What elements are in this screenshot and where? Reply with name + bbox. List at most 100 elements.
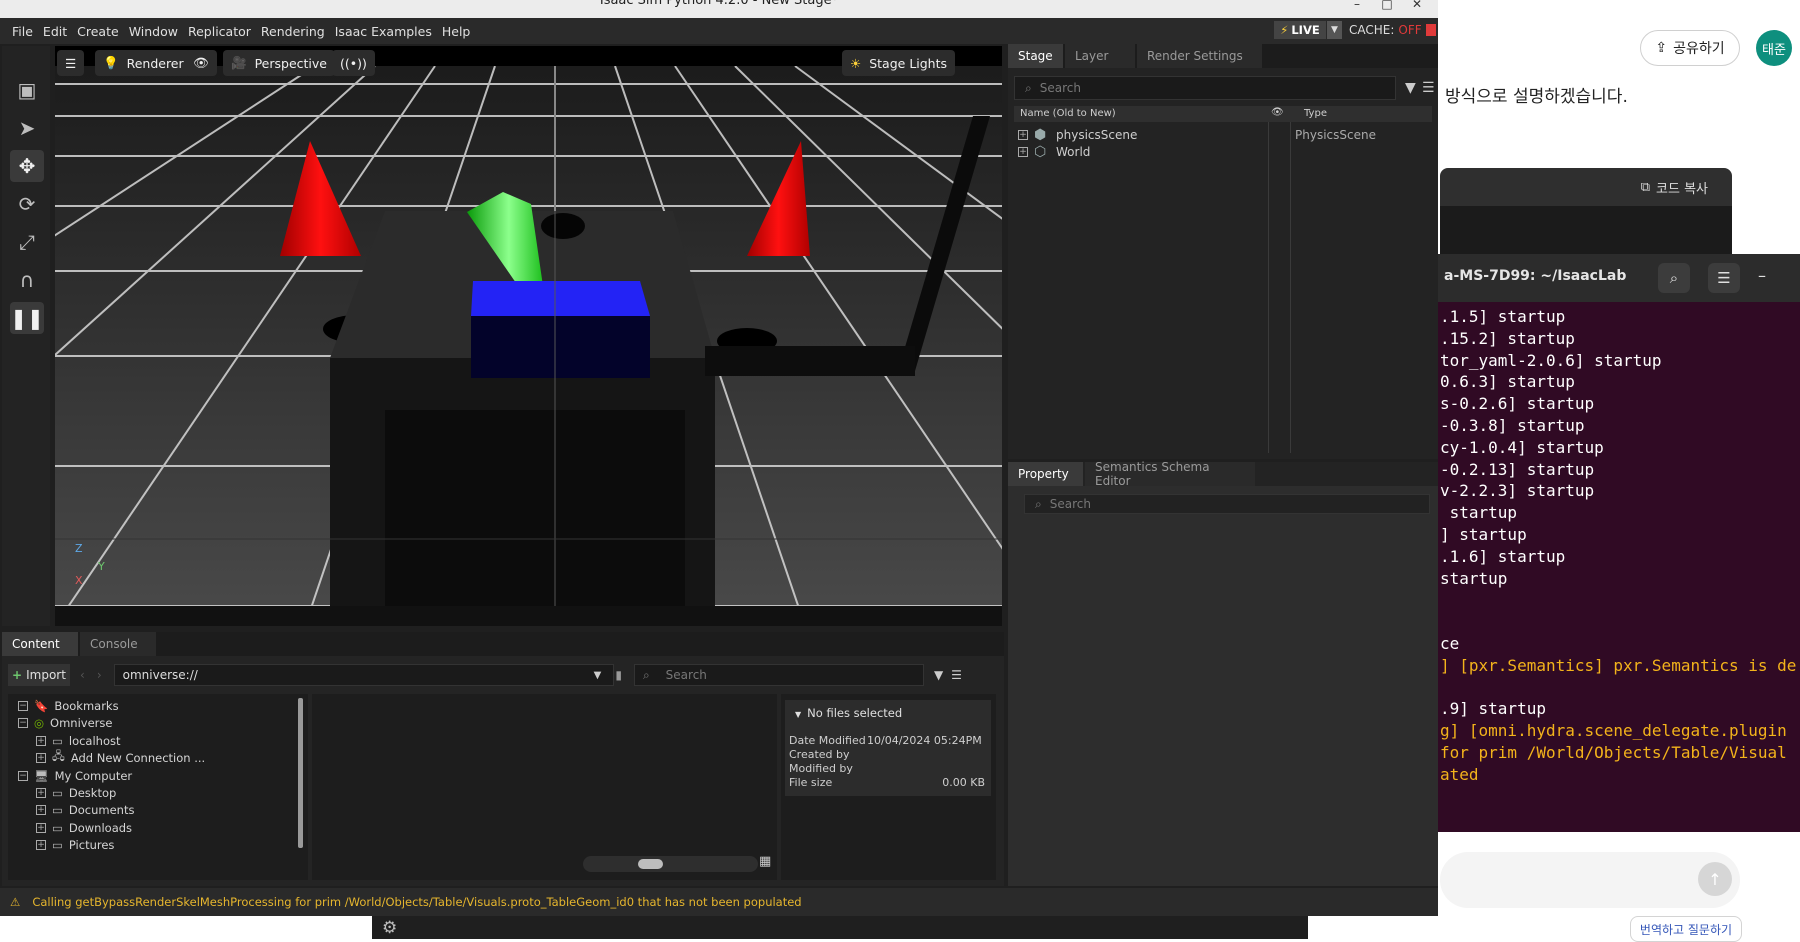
expand-icon[interactable]: + [1018,130,1028,140]
tree-scrollbar[interactable] [298,698,303,848]
snap-icon[interactable]: ∩ [10,264,44,296]
pause-icon[interactable]: ❚❚ [10,302,44,334]
send-button[interactable]: ↑ [1698,862,1732,896]
collapse-icon[interactable]: − [18,718,28,729]
terminal-line: s-0.2.6] startup [1440,394,1595,414]
filter-icon[interactable]: ▼ [1405,80,1416,96]
tree-item-label: Add New Connection ... [70,751,206,766]
terminal-line: .15.2] startup [1440,328,1575,348]
terminal-line: g] [omni.hydra.scene_delegate.plugin [1440,721,1787,741]
filter-icon[interactable]: ▼ [934,668,943,682]
grid-view-icon[interactable]: ▦ [759,854,771,869]
menu-item-edit[interactable]: Edit [43,24,67,39]
axis-y-label: Y [98,560,105,573]
path-dropdown-icon[interactable]: ▼ [594,670,602,681]
expand-icon[interactable]: + [1018,147,1028,157]
tab-content[interactable]: Content [2,632,78,656]
terminal-title: a-MS-7D99: ~/IsaacLab [1444,268,1627,284]
share-button[interactable]: ⇪ 공유하기 [1640,30,1740,66]
camera-button[interactable]: 🎥 Perspective [223,50,335,76]
bookmark-icon[interactable]: ▮ [615,668,622,682]
live-dropdown[interactable]: ▼ [1327,21,1342,39]
tree-item-label: Omniverse [50,716,113,731]
stage-row-world[interactable]: + ⬡ World [1014,142,1432,162]
stage-search-input[interactable]: ⌕ Search [1014,76,1396,100]
property-search-input[interactable]: ⌕ Search [1024,494,1430,514]
tab-property[interactable]: Property [1008,462,1083,486]
menu-icon[interactable]: ☰ [951,668,962,682]
path-field[interactable]: omniverse:// [113,664,614,686]
menu-icon[interactable]: ☰ [1708,263,1740,293]
zoom-slider[interactable] [583,856,758,872]
terminal-line: .9] startup [1440,699,1546,719]
expand-icon[interactable]: + [36,788,46,798]
col-name-header[interactable]: Name (Old to New) [1020,108,1116,119]
copy-code-button[interactable]: 코드 복사 [1656,178,1708,197]
cache-label: CACHE: [1349,23,1395,37]
bottom-dock [372,916,1308,939]
live-button[interactable]: ⚡ LIVE [1274,21,1326,39]
collapse-icon[interactable]: − [18,701,28,711]
expand-icon[interactable]: + [36,735,46,746]
visibility-button[interactable]: 👁 [185,50,217,76]
copy-icon: ⧉ [1640,179,1651,195]
menu-item-replicator[interactable]: Replicator [188,24,251,39]
tab-stage[interactable]: Stage [1008,44,1063,68]
path-value: omniverse:// [122,668,198,682]
tab-console[interactable]: Console [80,632,156,656]
viewport[interactable]: ☰ 💡 Renderer 👁 🎥 Perspective ((•)) ☀ Sta… [55,46,1002,626]
rotate-icon[interactable]: ⟳ [10,188,44,220]
gear-icon[interactable]: ⚙ [382,918,397,938]
back-icon[interactable]: ‹ [80,668,85,682]
stage-tabs: Stage Layer Render Settings [1008,44,1438,68]
broadcast-button[interactable]: ((•)) [332,50,375,76]
pointer-icon[interactable]: ➤ [10,112,44,144]
tab-layer[interactable]: Layer [1065,44,1135,68]
content-search-input[interactable]: ⌕ Search [633,664,924,686]
axis-x-label: X [75,574,83,587]
stage-lights-button[interactable]: ☀ Stage Lights [842,50,956,76]
expand-icon[interactable]: + [36,805,46,816]
menubar: File Edit Create Window Replicator Rendering I… [0,18,1438,44]
expand-icon[interactable]: + [36,753,46,764]
viewport-settings-button[interactable]: ☰ [57,50,85,76]
translate-button[interactable]: 번역하고 질문하기 [1630,916,1742,942]
menu-item-create[interactable]: Create [77,24,119,39]
menu-item-isaac-examples[interactable]: Isaac Examples [335,24,432,39]
files-pane[interactable]: ▦ [312,694,777,880]
renderer-button[interactable]: 💡 Renderer [95,50,192,76]
no-files-label: No files selected [807,706,903,720]
message-input[interactable] [1440,852,1740,908]
file-info-header[interactable]: ▼ No files selected [795,706,902,720]
content-tree: − 🔖 Bookmarks − ◎ Omniverse + ▭ localhost + 🖧 Add N… [8,694,308,880]
menu-item-window[interactable]: Window [129,24,178,39]
select-mode-icon[interactable]: ▣ [10,74,44,106]
terminal-line: ce [1440,633,1460,653]
tree-item-label: Documents [68,803,135,818]
zoom-slider-handle[interactable] [638,859,663,869]
tab-render-settings[interactable]: Render Settings [1137,44,1262,68]
import-button[interactable]: + Import [8,664,70,686]
menu-item-rendering[interactable]: Rendering [261,24,325,39]
expand-icon[interactable]: + [36,822,46,833]
expand-icon[interactable]: + [36,840,46,851]
tree-item[interactable]: + ▭ Pictures [32,835,114,855]
move-icon[interactable]: ✥ [10,150,44,182]
isaac-sim-window: Isaac Sim Python 4.2.0 - New Stage* – □ … [0,0,1438,916]
avatar[interactable]: 태준 [1756,30,1792,66]
menu-icon[interactable]: ☰ [1422,80,1435,96]
forward-icon[interactable]: › [97,668,102,682]
collapse-icon[interactable]: − [18,770,28,781]
minimize-icon[interactable]: – [1758,266,1766,285]
computer-icon: 🖥 [34,768,49,783]
tab-semantics-schema-editor[interactable]: Semantics Schema Editor [1085,460,1255,488]
stage-lights-label: Stage Lights [869,55,948,71]
menu-item-help[interactable]: Help [442,24,471,39]
scale-icon[interactable]: ⤢ [10,226,44,258]
search-icon[interactable]: ⌕ [1658,263,1690,293]
col-type-header[interactable]: Type [1304,108,1327,119]
menu-item-file[interactable]: File [12,24,33,39]
cache-status[interactable]: CACHE: OFF [1349,21,1436,39]
eye-icon[interactable]: 👁 [1271,107,1284,118]
